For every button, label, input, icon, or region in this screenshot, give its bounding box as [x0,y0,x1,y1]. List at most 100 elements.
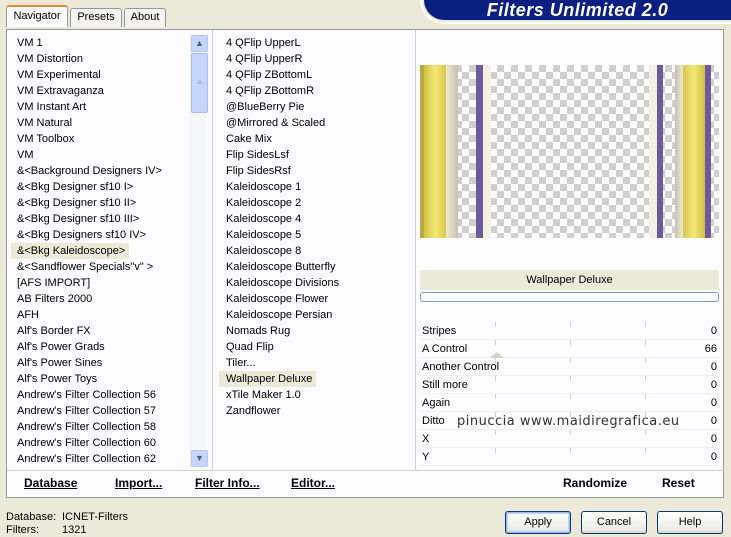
import-button[interactable]: Import... [115,476,162,490]
category-item[interactable]: Alf's Power Toys [11,371,191,387]
filter-item[interactable]: Zandflower [219,403,415,419]
divider [212,30,213,470]
slider-tick [495,448,496,453]
category-item[interactable]: Andrew's Filter Collection 62 [11,451,191,467]
slider-tick [645,448,646,453]
category-item[interactable]: Alf's Border FX [11,323,191,339]
category-item[interactable]: VM Extravaganza [11,83,191,99]
category-item[interactable]: &<Bkg Designers sf10 IV> [11,227,191,243]
slider-tick [495,376,496,381]
scroll-down-button[interactable]: ▼ [191,450,208,467]
filter-item[interactable]: 4 QFlip UpperL [219,35,415,51]
filter-item[interactable]: Quad Flip [219,339,415,355]
filter-item[interactable]: Kaleidoscope 5 [219,227,415,243]
filter-item[interactable]: Kaleidoscope 1 [219,179,415,195]
filter-item[interactable]: Kaleidoscope Butterfly [219,259,415,275]
category-item[interactable]: AFH [11,307,191,323]
preview-stripe [483,65,491,238]
preview-stripe [675,65,683,238]
randomize-button[interactable]: Randomize [563,476,627,490]
reset-button[interactable]: Reset [662,476,695,490]
filter-item[interactable]: @Mirrored & Scaled [219,115,415,131]
slider-tick [570,322,571,327]
selected-filter-name: Wallpaper Deluxe [420,270,719,290]
category-item[interactable]: VM 1 [11,35,191,51]
param-slider-row[interactable]: Stripes 0 [420,322,719,340]
filter-item[interactable]: Kaleidoscope 8 [219,243,415,259]
param-label: Y [422,451,430,463]
category-item[interactable]: Andrew's Filter Collection 56 [11,387,191,403]
category-item[interactable]: &<Bkg Designer sf10 III> [11,211,191,227]
category-item[interactable]: VM Experimental [11,67,191,83]
filter-item[interactable]: Flip SidesLsf [219,147,415,163]
filter-item[interactable]: xTile Maker 1.0 [219,387,415,403]
slider-tick [570,448,571,453]
category-scrollbar[interactable]: ▲ ≡ ▼ [190,35,208,467]
database-button[interactable]: Database [24,476,77,490]
category-item[interactable]: &<Background Designers IV> [11,163,191,179]
category-item[interactable]: AB Filters 2000 [11,291,191,307]
apply-button[interactable]: Apply [505,511,571,534]
tab-presets[interactable]: Presets [70,8,122,27]
cancel-button[interactable]: Cancel [581,511,647,534]
filter-item[interactable]: Kaleidoscope Flower [219,291,415,307]
filter-item[interactable]: Tiler... [219,355,415,371]
category-item[interactable]: VM Toolbox [11,131,191,147]
filter-list[interactable]: 4 QFlip UpperL 4 QFlip UpperR 4 QFlip ZBot… [219,35,415,467]
progress-bar [420,292,719,302]
category-list[interactable]: VM 1 VM Distortion VM Experimental VM Extra… [11,35,191,467]
category-item[interactable]: VM [11,147,191,163]
preview-stripe [476,65,483,238]
filter-item[interactable]: @BlueBerry Pie [219,99,415,115]
category-item[interactable]: &<Bkg Kaleidoscope> [11,243,130,259]
help-button[interactable]: Help [657,511,723,534]
preview-stripe [424,65,446,238]
divider [415,30,416,470]
param-slider-row[interactable]: Y0 [420,448,719,466]
category-item[interactable]: &<Bkg Designer sf10 II> [11,195,191,211]
scroll-thumb[interactable]: ≡ [191,53,208,113]
category-item[interactable]: Andrew's Filter Collection 57 [11,403,191,419]
category-item[interactable]: VM Natural [11,115,191,131]
param-slider-row[interactable]: X0 [420,430,719,448]
param-slider-row[interactable]: Again 0 [420,394,719,412]
category-item[interactable]: Andrew's Filter Collection 60 [11,435,191,451]
tab-about[interactable]: About [124,8,166,27]
filter-item[interactable]: Cake Mix [219,131,415,147]
filter-item[interactable]: 4 QFlip ZBottomR [219,83,415,99]
filter-item[interactable]: 4 QFlip ZBottomL [219,67,415,83]
category-item[interactable]: Andrew's Filter Collection 58 [11,419,191,435]
category-item[interactable]: Alf's Power Grads [11,339,191,355]
navigator-panel: VM 1 VM Distortion VM Experimental VM Extra… [6,29,725,498]
param-value: 0 [710,325,717,337]
param-slider-row[interactable]: Still more 0 [420,376,719,394]
category-item[interactable]: &<Bkg Designer sf10 I> [11,179,191,195]
param-slider-row[interactable]: A Control 66 [420,340,719,358]
editor-button[interactable]: Editor... [291,476,335,490]
slider-tick [570,430,571,435]
filters-count: 1321 [62,524,87,536]
category-item[interactable]: VM Distortion [11,51,191,67]
category-item[interactable]: Alf's Power Sines [11,355,191,371]
preview-stripe [446,65,458,238]
filter-info-button[interactable]: Filter Info... [195,476,260,490]
param-value: 0 [710,451,717,463]
filter-item[interactable]: Nomads Rug [219,323,415,339]
category-item[interactable]: VM Instant Art [11,99,191,115]
category-item[interactable]: &<Sandflower Specials"v" > [11,259,191,275]
param-slider-row[interactable]: Another Control 0 [420,358,719,376]
category-item[interactable]: [AFS IMPORT] [11,275,191,291]
filter-item[interactable]: Flip SidesRsf [219,163,415,179]
filter-item[interactable]: Wallpaper Deluxe [219,371,317,387]
database-value: ICNET-Filters [62,511,128,523]
slider-tick [645,394,646,399]
tab-navigator[interactable]: Navigator [6,5,68,27]
filter-item[interactable]: 4 QFlip UpperR [219,51,415,67]
filter-item[interactable]: Kaleidoscope Divisions [219,275,415,291]
slider-tick [645,376,646,381]
filter-item[interactable]: Kaleidoscope 4 [219,211,415,227]
scroll-up-button[interactable]: ▲ [191,35,208,52]
filter-item[interactable]: Kaleidoscope Persian [219,307,415,323]
param-value: 0 [710,361,717,373]
filter-item[interactable]: Kaleidoscope 2 [219,195,415,211]
